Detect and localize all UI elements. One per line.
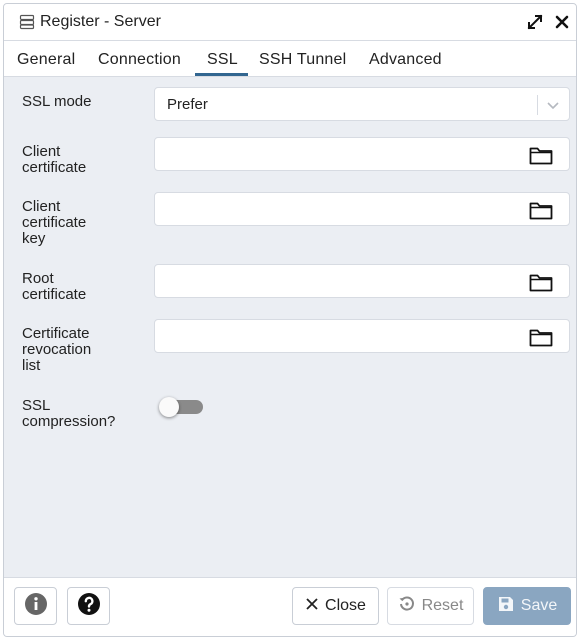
tab-ssh-tunnel[interactable]: SSH Tunnel: [259, 41, 346, 76]
info-button[interactable]: [14, 587, 57, 625]
crl-input[interactable]: [154, 319, 570, 353]
reset-button-label: Reset: [421, 597, 464, 614]
ssl-mode-select[interactable]: Prefer: [154, 87, 570, 121]
crl-label: Certificate revocation list: [22, 325, 92, 374]
save-icon: [497, 595, 515, 618]
active-tab-indicator: [195, 73, 248, 76]
save-button-label: Save: [520, 597, 558, 614]
folder-icon[interactable]: [529, 272, 553, 292]
client-certificate-input[interactable]: [154, 137, 570, 171]
ssl-compression-toggle[interactable]: [159, 397, 203, 417]
chevron-down-icon[interactable]: [545, 97, 561, 113]
tab-ssl[interactable]: SSL: [207, 41, 238, 76]
help-icon: [77, 592, 101, 621]
ssl-mode-label: SSL mode: [22, 93, 92, 110]
select-divider: [537, 95, 538, 115]
info-icon: [24, 592, 48, 621]
folder-icon[interactable]: [529, 200, 553, 220]
client-certificate-label: Client certificate: [22, 143, 87, 176]
client-certificate-key-input[interactable]: [154, 192, 570, 226]
tab-connection[interactable]: Connection: [98, 41, 181, 76]
ssl-compression-label: SSL compression?: [22, 397, 116, 430]
expand-icon[interactable]: [525, 12, 545, 32]
ssl-mode-value: Prefer: [167, 96, 208, 113]
close-button-label: Close: [325, 597, 366, 614]
help-button[interactable]: [67, 587, 110, 625]
tab-advanced[interactable]: Advanced: [369, 41, 442, 76]
dialog-titlebar[interactable]: Register - Server: [4, 4, 576, 41]
root-certificate-input[interactable]: [154, 264, 570, 298]
close-icon[interactable]: [552, 12, 572, 32]
save-button[interactable]: Save: [483, 587, 571, 625]
toggle-knob: [159, 397, 179, 417]
reset-icon: [398, 595, 416, 618]
folder-icon[interactable]: [529, 145, 553, 165]
tab-bar: General Connection SSL SSH Tunnel Advanc…: [4, 41, 576, 77]
server-icon: [19, 14, 35, 30]
root-certificate-label: Root certificate: [22, 270, 87, 303]
close-button[interactable]: Close: [292, 587, 379, 625]
folder-icon[interactable]: [529, 327, 553, 347]
dialog-title: Register - Server: [40, 13, 161, 30]
reset-button[interactable]: Reset: [387, 587, 474, 625]
close-x-icon: [305, 597, 319, 616]
tab-general[interactable]: General: [17, 41, 75, 76]
client-certificate-key-label: Client certificate key: [22, 198, 87, 247]
dialog-footer: Close Reset Save: [4, 577, 576, 636]
register-server-dialog: Register - Server General Connection SSL…: [3, 3, 577, 637]
